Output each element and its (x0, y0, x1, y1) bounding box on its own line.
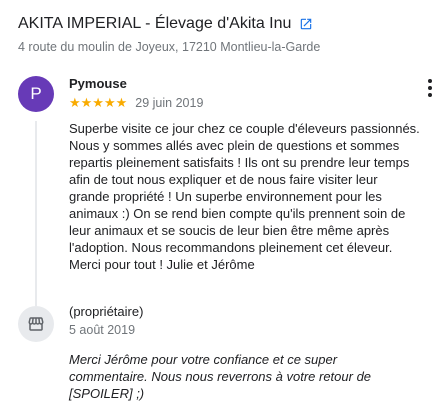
owner-label: (propriétaire) (69, 304, 144, 319)
title-row: AKITA IMPERIAL - Élevage d'Akita Inu (18, 15, 437, 33)
business-address: 4 route du moulin de Joyeux, 17210 Montl… (18, 40, 321, 54)
reviewer-name[interactable]: Pymouse (69, 76, 127, 91)
reviewer-avatar[interactable]: P (18, 76, 54, 112)
more-vert-icon[interactable] (427, 79, 433, 99)
rating-row: ★★★★★ 29 juin 2019 (69, 95, 203, 111)
review-text: Superbe visite ce jour chez ce couple d'… (69, 121, 420, 272)
owner-reply-date: 5 août 2019 (69, 323, 136, 337)
storefront-icon (18, 306, 54, 342)
owner-reply-text: Merci Jérôme pour votre confiance et ce … (69, 352, 372, 401)
open-in-new-icon[interactable] (299, 17, 313, 31)
business-header: AKITA IMPERIAL - Élevage d'Akita Inu 4 r… (18, 15, 437, 54)
review-date: 29 juin 2019 (135, 96, 204, 110)
thread-divider (35, 121, 37, 306)
business-title: AKITA IMPERIAL - Élevage d'Akita Inu (18, 15, 292, 32)
star-rating: ★★★★★ (69, 95, 128, 110)
